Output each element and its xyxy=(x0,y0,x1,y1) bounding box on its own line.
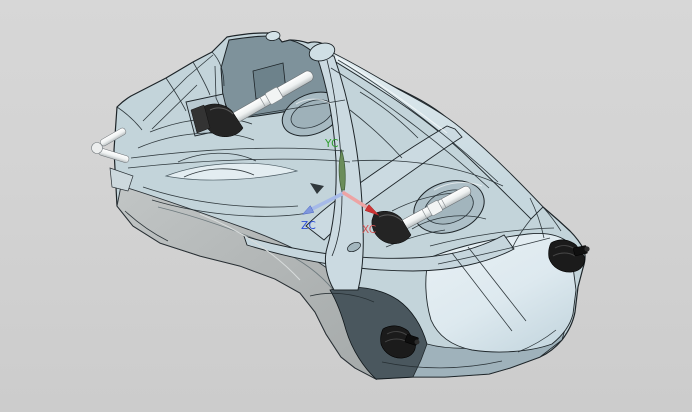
brake-caliper-model[interactable] xyxy=(92,31,590,379)
bleed-nipple-left xyxy=(415,340,420,345)
cad-viewport[interactable]: YC ZC XC xyxy=(0,0,692,412)
pin-ball-end xyxy=(92,143,103,154)
bleed-nipple-right xyxy=(584,246,589,251)
model-canvas: YC ZC XC xyxy=(0,0,692,412)
y-axis-label: YC xyxy=(324,138,339,150)
z-axis-label: ZC xyxy=(301,220,316,232)
x-axis-label: XC xyxy=(362,224,376,236)
